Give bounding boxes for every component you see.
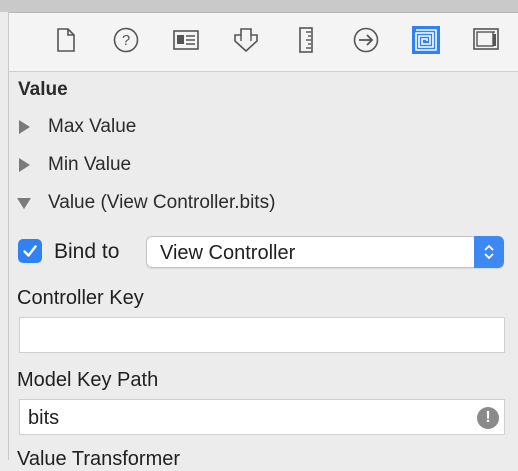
disclosure-label: Max Value [48,116,137,137]
attributes-inspector-icon[interactable] [232,26,260,54]
chevron-up-down-icon [484,244,494,260]
disclosure-max-value[interactable]: Max Value [16,114,136,140]
disclosure-value[interactable]: Value (View Controller.bits) [16,190,275,216]
disclosure-label: Min Value [48,154,132,175]
quick-help-icon[interactable]: ? [112,26,140,54]
connections-inspector-icon[interactable] [352,26,380,54]
bindings-inspector-icon[interactable] [412,26,440,54]
left-divider [0,12,9,460]
disclosure-expanded-icon [17,198,31,209]
checkmark-icon [23,245,37,257]
bind-target-value: View Controller [160,242,296,264]
svg-text:?: ? [122,32,130,49]
section-title: Value [18,79,68,100]
popup-stepper[interactable] [474,236,504,268]
model-key-path-label: Model Key Path [17,369,159,391]
model-key-path-value: bits [28,407,60,429]
disclosure-collapsed-icon [19,120,30,134]
controller-key-field[interactable] [19,317,505,353]
window-top-strip [0,0,518,13]
size-inspector-icon[interactable] [292,26,320,54]
inspector-toolbar: ? [9,13,518,72]
bind-to-checkbox[interactable] [18,239,42,263]
controller-key-label: Controller Key [17,287,144,309]
exclamation-icon[interactable]: ! [477,407,499,429]
disclosure-min-value[interactable]: Min Value [16,152,131,178]
model-key-path-field[interactable]: bits ! [19,399,505,435]
disclosure-label: Value (View Controller.bits) [48,192,276,213]
file-inspector-icon[interactable] [52,26,80,54]
bind-to-label: Bind to [54,240,120,263]
disclosure-collapsed-icon [19,158,30,172]
view-effects-inspector-icon[interactable] [472,26,500,54]
bind-target-popup[interactable]: View Controller [146,236,504,268]
identity-inspector-icon[interactable] [172,26,200,54]
